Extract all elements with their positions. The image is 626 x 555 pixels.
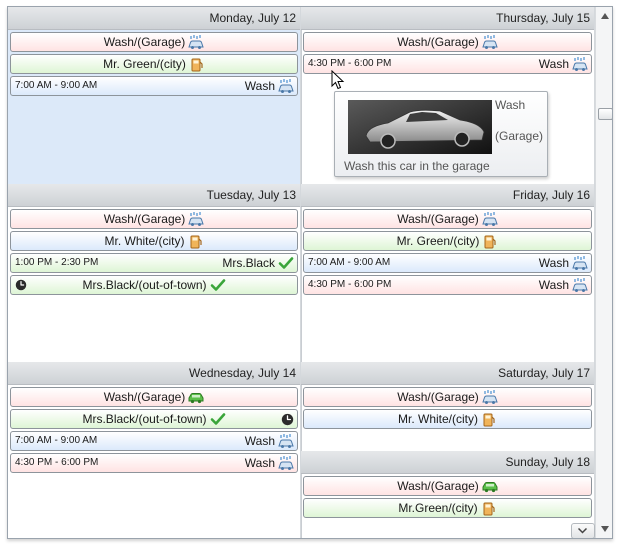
fuel-icon [481, 500, 497, 516]
tooltip-title: Wash [495, 98, 526, 112]
scrollbar-thumb[interactable] [598, 108, 612, 120]
day-cell-sunday[interactable]: Sunday, July 18 Wash/(Garage) Mr.Green/(… [301, 451, 595, 538]
appointment-label: Wash/(Garage) [103, 390, 186, 404]
car-icon [482, 478, 498, 494]
fuel-icon [189, 56, 205, 72]
car-wash-icon [482, 389, 498, 405]
appointment-time: 7:00 AM - 9:00 AM [15, 435, 98, 446]
fuel-icon [481, 411, 497, 427]
appointment[interactable]: Wash/(Garage) [10, 387, 298, 407]
appointment[interactable]: 4:30 PM - 6:00 PM Wash [303, 54, 592, 74]
appointment[interactable]: Mr.Green/(city) [303, 498, 592, 518]
check-icon [278, 255, 294, 271]
appointment-label: Mrs.Black/(out-of-town) [82, 278, 207, 292]
fuel-icon [188, 233, 204, 249]
appointment[interactable]: Mrs.Black/(out-of-town) [10, 409, 298, 429]
appointment-label: Mr. Green/(city) [103, 57, 186, 71]
appointment-time: 7:00 AM - 9:00 AM [15, 80, 98, 91]
scroll-up-icon[interactable] [601, 13, 609, 19]
car-wash-icon [278, 455, 294, 471]
mouse-cursor-icon [331, 70, 345, 90]
appointment-label: Wash [244, 434, 275, 448]
day-cell-wednesday[interactable]: Wednesday, July 14 Wash/(Garage) Mrs.Bla… [8, 362, 301, 538]
appointment[interactable]: Wash/(Garage) [10, 32, 298, 52]
appointment-tooltip: Wash (Garage) Wash this car in the garag… [334, 91, 548, 177]
appointment[interactable]: 4:30 PM - 6:00 PM Wash [10, 453, 298, 473]
car-wash-icon [572, 56, 588, 72]
more-appointments-button[interactable] [571, 523, 595, 538]
appointment-time: 4:30 PM - 6:00 PM [308, 58, 392, 69]
appointment[interactable]: Mr. White/(city) [10, 231, 298, 251]
appointment[interactable]: 7:00 AM - 9:00 AM Wash [10, 431, 298, 451]
appointment-label: Mrs.Black/(out-of-town) [82, 412, 207, 426]
car-icon [188, 389, 204, 405]
appointment-label: Wash/(Garage) [397, 212, 479, 226]
appointment[interactable]: Mr. Green/(city) [10, 54, 298, 74]
clock-icon [15, 279, 27, 291]
appointment-label: Mr. Green/(city) [396, 234, 480, 248]
car-wash-icon [572, 255, 588, 271]
chevron-down-icon [578, 528, 587, 534]
appointment[interactable]: Wash/(Garage) [303, 209, 592, 229]
scroll-down-icon[interactable] [601, 526, 609, 532]
appointment-label: Wash [244, 456, 275, 470]
scheduler-week-view: Monday, July 12 Wash/(Garage) Mr. Green/… [7, 6, 613, 539]
car-wash-icon [188, 34, 204, 50]
check-icon [210, 411, 226, 427]
vertical-scrollbar[interactable] [595, 7, 612, 538]
appointment[interactable]: Mrs.Black/(out-of-town) [10, 275, 298, 295]
day-cell-tuesday[interactable]: Tuesday, July 13 Wash/(Garage) Mr. White… [8, 184, 301, 362]
appointment-time: 4:30 PM - 6:00 PM [308, 279, 392, 290]
appointment[interactable]: Mr. White/(city) [303, 409, 592, 429]
appointment-time: 1:00 PM - 2:30 PM [15, 257, 99, 268]
fuel-icon [482, 233, 498, 249]
day-header-sunday[interactable]: Sunday, July 18 [301, 451, 594, 474]
car-wash-icon [572, 277, 588, 293]
appointment[interactable]: Mr. Green/(city) [303, 231, 592, 251]
day-header-saturday[interactable]: Saturday, July 17 [301, 362, 594, 385]
day-header-thursday[interactable]: Thursday, July 15 [301, 7, 594, 30]
car-wash-icon [482, 211, 498, 227]
car-wash-icon [278, 78, 294, 94]
appointment-label: Wash [538, 57, 569, 71]
day-cell-friday[interactable]: Friday, July 16 Wash/(Garage) Mr. Green/… [301, 184, 595, 362]
appointment[interactable]: 7:00 AM - 9:00 AM Wash [303, 253, 592, 273]
tooltip-description: Wash this car in the garage [344, 159, 490, 173]
car-wash-icon [482, 34, 498, 50]
appointment-label: Wash [538, 278, 569, 292]
appointment[interactable]: 7:00 AM - 9:00 AM Wash [10, 76, 298, 96]
appointment-label: Wash/(Garage) [103, 35, 186, 49]
appointment-label: Wash/(Garage) [397, 35, 479, 49]
appointment[interactable]: Wash/(Garage) [10, 209, 298, 229]
appointment-label: Mrs.Black [222, 256, 275, 270]
day-cell-monday[interactable]: Monday, July 12 Wash/(Garage) Mr. Green/… [8, 7, 301, 184]
appointment[interactable]: Wash/(Garage) [303, 32, 592, 52]
day-header-monday[interactable]: Monday, July 12 [8, 7, 300, 30]
appointment-label: Wash/(Garage) [397, 390, 479, 404]
appointment-time: 4:30 PM - 6:00 PM [15, 457, 99, 468]
day-header-tuesday[interactable]: Tuesday, July 13 [8, 184, 300, 207]
tooltip-location: (Garage) [495, 129, 544, 143]
appointment-label: Wash/(Garage) [103, 212, 186, 226]
appointment-label: Wash [538, 256, 569, 270]
clock-icon [281, 413, 294, 426]
car-wash-icon [278, 433, 294, 449]
check-icon [210, 277, 226, 293]
car-photo [348, 100, 492, 154]
appointment[interactable]: 4:30 PM - 6:00 PM Wash [303, 275, 592, 295]
appointment-label: Mr. White/(city) [104, 234, 185, 248]
day-cell-saturday[interactable]: Saturday, July 17 Wash/(Garage) Mr. Whit… [301, 362, 595, 451]
appointment-label: Wash [244, 79, 275, 93]
car-wash-icon [188, 211, 204, 227]
appointment[interactable]: Wash/(Garage) [303, 387, 592, 407]
appointment[interactable]: 1:00 PM - 2:30 PM Mrs.Black [10, 253, 298, 273]
appointment-time: 7:00 AM - 9:00 AM [308, 257, 391, 268]
appointment-label: Mr. White/(city) [398, 412, 478, 426]
appointment-label: Mr.Green/(city) [398, 501, 478, 515]
appointment[interactable]: Wash/(Garage) [303, 476, 592, 496]
day-header-wednesday[interactable]: Wednesday, July 14 [8, 362, 300, 385]
appointment-label: Wash/(Garage) [397, 479, 479, 493]
day-header-friday[interactable]: Friday, July 16 [301, 184, 594, 207]
